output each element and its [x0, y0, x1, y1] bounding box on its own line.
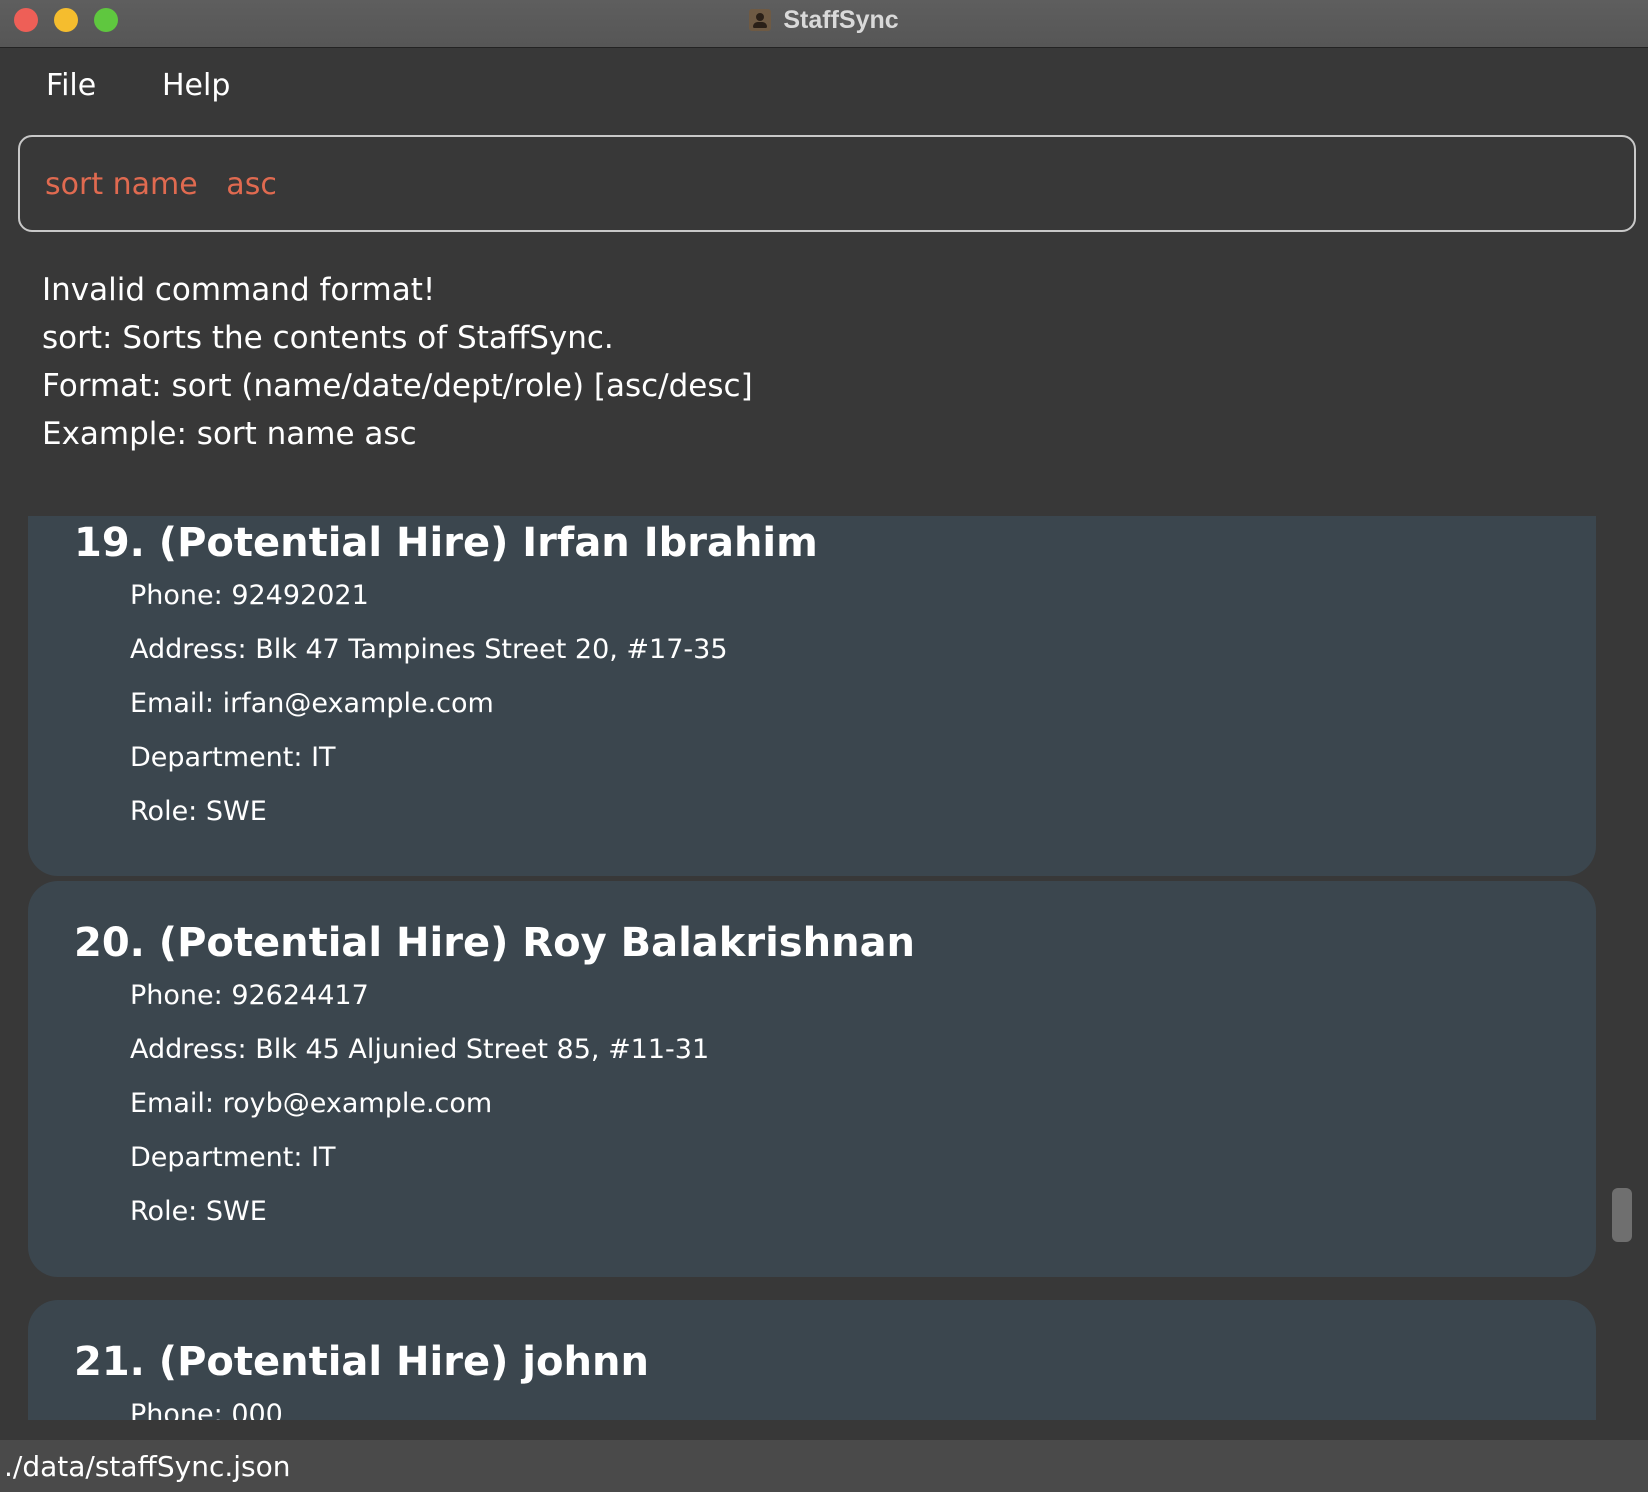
scrollbar-thumb[interactable] [1612, 1188, 1632, 1242]
command-input[interactable]: sort name asc [18, 135, 1636, 232]
save-file-path: ./data/staffSync.json [4, 1450, 291, 1483]
status-bar: ./data/staffSync.json [0, 1440, 1648, 1492]
person-card[interactable]: 19. (Potential Hire) Irfan Ibrahim Phone… [28, 516, 1596, 876]
person-card[interactable]: 21. (Potential Hire) johnn Phone: 000 [28, 1300, 1596, 1420]
result-line: Example: sort name asc [42, 416, 417, 452]
person-name: 21. (Potential Hire) johnn [74, 1339, 649, 1385]
app-icon [749, 9, 772, 31]
window-title: StaffSync [783, 5, 899, 34]
result-line: sort: Sorts the contents of StaffSync. [42, 320, 614, 356]
result-line: Invalid command format! [42, 272, 436, 308]
menu-bar: File Help [0, 48, 1648, 132]
person-address: Address: Blk 45 Aljunied Street 85, #11-… [130, 1034, 710, 1065]
title-bar: StaffSync [0, 0, 1648, 48]
person-card[interactable]: 20. (Potential Hire) Roy Balakrishnan Ph… [28, 881, 1596, 1277]
person-phone: Phone: 92492021 [130, 580, 369, 611]
person-department: Department: IT [130, 742, 336, 773]
command-input-text: sort name asc [45, 167, 277, 202]
window-title-group: StaffSync [0, 0, 1648, 40]
result-display: Invalid command format! sort: Sorts the … [42, 266, 1622, 486]
person-phone: Phone: 92624417 [130, 980, 369, 1011]
person-email: Email: royb@example.com [130, 1088, 493, 1119]
person-list[interactable]: 19. (Potential Hire) Irfan Ibrahim Phone… [0, 516, 1648, 1420]
person-department: Department: IT [130, 1142, 336, 1173]
person-role: Role: SWE [130, 1196, 267, 1227]
person-role: Role: SWE [130, 796, 267, 827]
person-address: Address: Blk 47 Tampines Street 20, #17-… [130, 634, 728, 665]
app-window: StaffSync File Help sort name asc Invali… [0, 0, 1648, 1492]
menu-help[interactable]: Help [162, 68, 230, 103]
person-name: 19. (Potential Hire) Irfan Ibrahim [74, 520, 818, 566]
menu-file[interactable]: File [46, 68, 96, 103]
result-line: Format: sort (name/date/dept/role) [asc/… [42, 368, 753, 404]
person-name: 20. (Potential Hire) Roy Balakrishnan [74, 920, 916, 966]
person-phone: Phone: 000 [130, 1399, 283, 1420]
person-email: Email: irfan@example.com [130, 688, 494, 719]
